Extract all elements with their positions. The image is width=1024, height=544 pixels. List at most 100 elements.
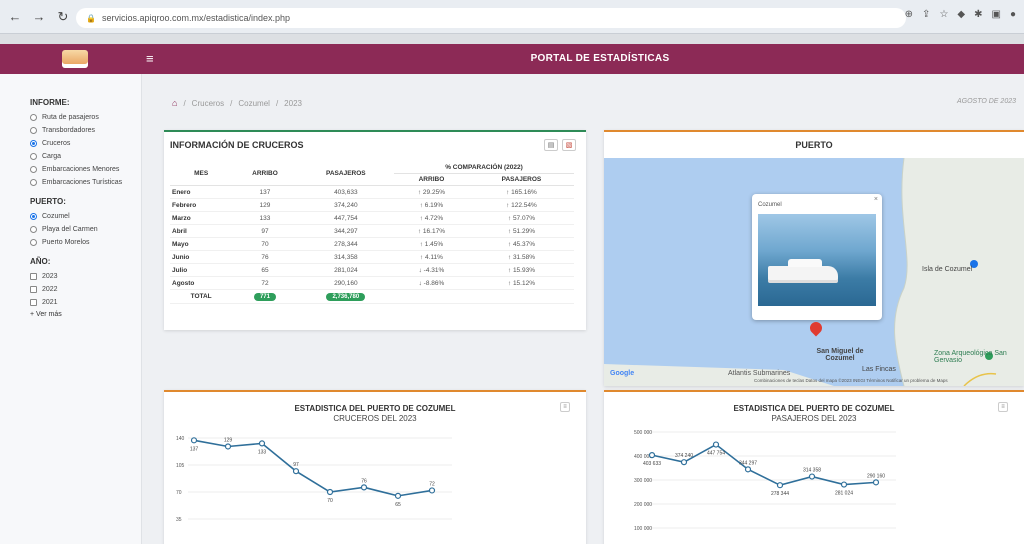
ver-mas-link[interactable]: + Ver más (30, 311, 141, 318)
cell-mes: Mayo (170, 237, 233, 251)
zoom-icon[interactable]: ⊕ (905, 9, 913, 20)
data-label: 76 (361, 478, 367, 484)
google-logo: Google (610, 370, 635, 377)
sidebar-option[interactable]: Transbordadores (30, 126, 141, 135)
apiqroo-logo (62, 50, 88, 68)
breadcrumb: ⌂ / Cruceros / Cozumel / 2023 (172, 98, 302, 108)
option-label: Puerto Morelos (42, 239, 90, 246)
data-point (292, 468, 300, 475)
logo-area[interactable] (0, 44, 150, 74)
close-icon[interactable]: × (874, 196, 878, 203)
cell-arribo: 133 (232, 211, 298, 225)
checkbox[interactable] (30, 299, 37, 306)
table-row: Febrero 129 374,240 ↑ 6.19% ↑ 122.54% (170, 198, 574, 212)
puerto-heading: PUERTO: (30, 197, 66, 206)
radio-button[interactable] (30, 140, 37, 147)
checkbox[interactable] (30, 286, 37, 293)
radio-button[interactable] (30, 153, 37, 160)
y-tick-label: 100 000 (634, 526, 652, 532)
cell-mes: Abril (170, 224, 233, 238)
sidebar-option[interactable]: Ruta de pasajeros (30, 113, 141, 122)
radio-button[interactable] (30, 166, 37, 173)
cell-mes: Agosto (170, 276, 233, 290)
cruise-ship-photo (758, 214, 876, 306)
data-label: 447 754 (707, 451, 725, 457)
table-row: Junio 76 314,358 ↑ 4.11% ↑ 31.58% (170, 250, 574, 264)
pdf-export-icon[interactable]: ▧ (562, 139, 576, 151)
breadcrumb-item[interactable]: Cruceros (192, 99, 224, 108)
puzzle-icon[interactable]: ✱ (974, 9, 982, 20)
sidebar-option[interactable]: 2021 (30, 298, 141, 307)
option-label: Embarcaciones Menores (42, 166, 120, 173)
profile-icon[interactable]: ● (1010, 9, 1016, 20)
forward-icon[interactable]: → (30, 8, 48, 26)
cell-comp-pasajeros: ↑ 15.12% (468, 276, 574, 290)
option-label: Carga (42, 153, 62, 160)
home-icon[interactable]: ⌂ (172, 98, 177, 108)
port-map[interactable]: Isla de Cozumel San Miguel de Cozumel La… (604, 158, 1024, 386)
col-comparacion: % COMPARACIÓN (2022) (393, 162, 574, 174)
radio-button[interactable] (30, 226, 37, 233)
cell-mes: Julio (170, 263, 233, 277)
cell-pasajeros: 374,240 (297, 198, 394, 212)
star-icon[interactable]: ☆ (939, 9, 948, 20)
sidebar: INFORME: Ruta de pasajeros Transbordadore… (0, 74, 142, 544)
table-row: Mayo 70 278,344 ↑ 1.45% ↑ 45.37% (170, 237, 574, 251)
data-point (190, 437, 198, 444)
option-label: 2021 (42, 299, 58, 306)
cell-comp-arribo: ↓ -8.86% (393, 276, 469, 290)
table-row: Abril 97 344,297 ↑ 16.17% ↑ 51.29% (170, 224, 574, 238)
anio-heading: AÑO: (30, 257, 51, 266)
extension-icon[interactable]: ◆ (957, 9, 965, 20)
breadcrumb-item[interactable]: Cozumel (238, 99, 270, 108)
y-tick-label: 140 (176, 436, 185, 442)
col-pasajeros: PASAJEROS (297, 162, 394, 186)
sidebar-option[interactable]: Embarcaciones Turísticas (30, 178, 141, 187)
table-row: Enero 137 403,633 ↑ 29.25% ↑ 165.16% (170, 185, 574, 199)
cruceros-title: INFORMACIÓN DE CRUCEROS (170, 140, 304, 150)
y-tick-label: 500 000 (634, 430, 652, 436)
map-label-isla: Isla de Cozumel (922, 266, 973, 273)
cell-mes: Febrero (170, 198, 233, 212)
cell-arribo: 97 (232, 224, 298, 238)
total-arribo: 771 (253, 292, 276, 301)
cell-pasajeros: 447,754 (297, 211, 394, 225)
radio-button[interactable] (30, 127, 37, 134)
share-icon[interactable]: ⇪ (922, 9, 930, 20)
address-bar[interactable]: 🔒 servicios.apiqroo.com.mx/estadistica/i… (76, 8, 906, 28)
cell-arribo: 65 (232, 263, 298, 277)
main-content: ⌂ / Cruceros / Cozumel / 2023 AGOSTO DE … (142, 74, 1024, 544)
table-row: Julio 65 281,024 ↓ -4.31% ↑ 15.93% (170, 263, 574, 277)
data-point (360, 484, 368, 491)
radio-button[interactable] (30, 179, 37, 186)
menu-icon[interactable]: ≡ (146, 51, 154, 66)
sidebar-option[interactable]: Playa del Carmen (30, 225, 141, 234)
cell-comp-pasajeros: ↑ 31.58% (468, 250, 574, 264)
sidebar-icon[interactable]: ▣ (992, 9, 1001, 20)
ship-shape (768, 259, 838, 280)
sidebar-option[interactable]: Carga (30, 152, 141, 161)
sidebar-option[interactable]: Embarcaciones Menores (30, 165, 141, 174)
browser-toolbar: ← → ↻ 🔒 servicios.apiqroo.com.mx/estadis… (0, 0, 1024, 34)
back-icon[interactable]: ← (6, 8, 24, 26)
cruceros-card: INFORMACIÓN DE CRUCEROS ▤ ▧ MES ARRIBO P… (164, 130, 586, 330)
sidebar-option[interactable]: 2023 (30, 272, 141, 281)
anio-options: 2023 2022 2021 (30, 272, 141, 307)
col-mes: MES (170, 162, 233, 186)
data-point (872, 479, 880, 486)
sidebar-option[interactable]: Puerto Morelos (30, 238, 141, 247)
data-point (648, 452, 656, 459)
map-label-las-fincas: Las Fincas (862, 366, 896, 373)
radio-button[interactable] (30, 239, 37, 246)
radio-button[interactable] (30, 213, 37, 220)
cell-comp-arribo: ↑ 4.72% (393, 211, 469, 225)
cell-pasajeros: 290,160 (297, 276, 394, 290)
reload-icon[interactable]: ↻ (54, 8, 72, 26)
sidebar-option[interactable]: 2022 (30, 285, 141, 294)
sidebar-option[interactable]: Cruceros (30, 139, 141, 148)
url-text: servicios.apiqroo.com.mx/estadistica/ind… (101, 13, 291, 23)
excel-export-icon[interactable]: ▤ (544, 139, 558, 151)
radio-button[interactable] (30, 114, 37, 121)
checkbox[interactable] (30, 273, 37, 280)
sidebar-option[interactable]: Cozumel (30, 212, 141, 221)
